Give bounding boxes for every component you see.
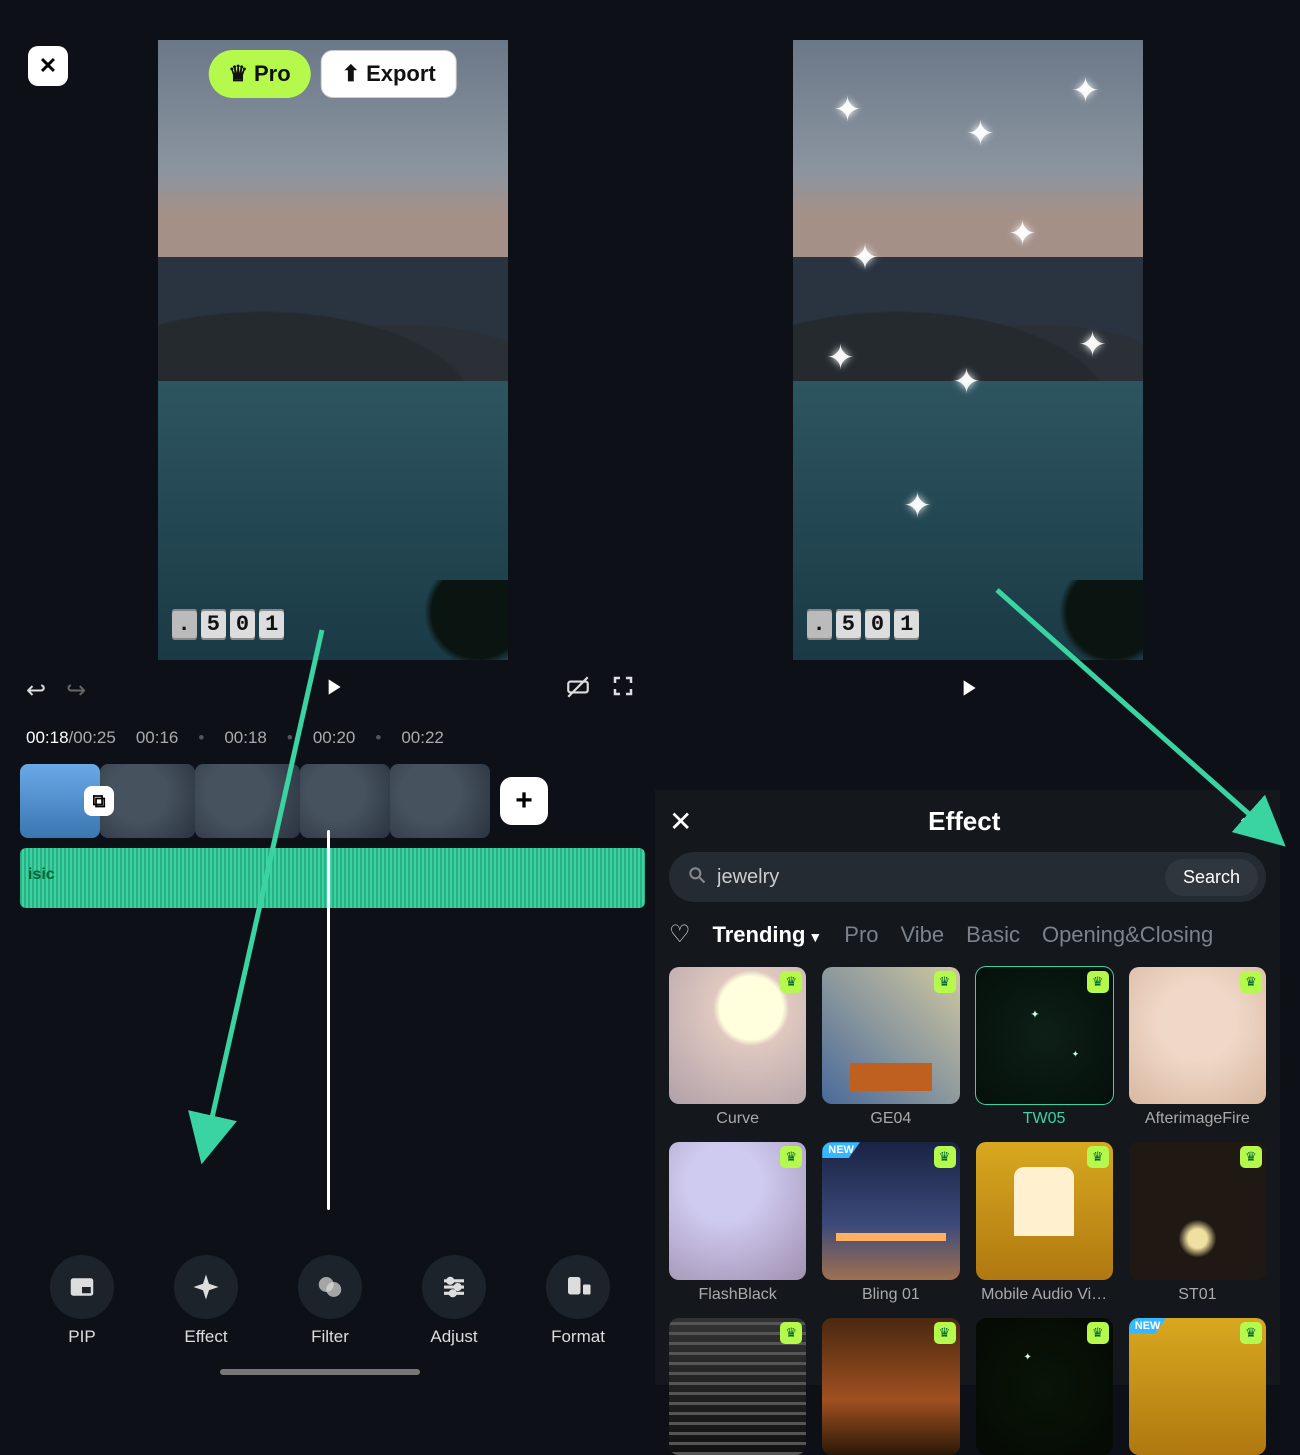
effect-item-label: AfterimageFire <box>1129 1110 1266 1128</box>
effect-item-ST01[interactable]: ♛ ST01 <box>1129 1142 1266 1303</box>
effect-item-8[interactable]: ♛ <box>669 1318 806 1455</box>
effect-item-label: ST01 <box>1129 1286 1266 1304</box>
pro-button[interactable]: ♛ Pro <box>208 50 310 98</box>
crown-icon: ♛ <box>934 1146 956 1168</box>
effect-icon <box>174 1255 238 1319</box>
effect-item-Mobile Audio Vi…[interactable]: ♛ Mobile Audio Vi… <box>976 1142 1113 1303</box>
effect-item-FlashBlack[interactable]: ♛ FlashBlack <box>669 1142 806 1303</box>
crown-icon: ♛ <box>1087 1322 1109 1344</box>
crown-icon: ♛ <box>1240 1322 1262 1344</box>
effect-item-TW05[interactable]: ♛ TW05 <box>976 967 1113 1128</box>
play-button[interactable] <box>320 674 346 707</box>
crown-icon: ♛ <box>780 1146 802 1168</box>
effect-item-AfterimageFire[interactable]: ♛ AfterimageFire <box>1129 967 1266 1128</box>
effect-item-GE04[interactable]: ♛ GE04 <box>822 967 959 1128</box>
pip-icon <box>50 1255 114 1319</box>
tab-opening-closing[interactable]: Opening&Closing <box>1042 922 1213 948</box>
crown-icon: ♛ <box>1087 971 1109 993</box>
transition-button[interactable]: ⧉ <box>84 786 114 816</box>
effect-item-11[interactable]: ♛NEW <box>1129 1318 1266 1455</box>
adjust-icon <box>422 1255 486 1319</box>
effect-item-9[interactable]: ♛ <box>822 1318 959 1455</box>
effect-item-Bling 01[interactable]: ♛NEWBling 01 <box>822 1142 959 1303</box>
effect-item-label: Curve <box>669 1110 806 1128</box>
preview-frame-effect: ✦ ✦ ✦ ✦ ✦ ✦ ✦ ✦ ✦ . 5 0 1 <box>793 40 1143 660</box>
search-icon <box>687 865 707 890</box>
crown-icon: ♛ <box>934 971 956 993</box>
video-track[interactable]: ⧉ + <box>20 764 645 838</box>
crown-icon: ♛ <box>1240 971 1262 993</box>
home-indicator <box>220 1369 420 1375</box>
timeline-ruler[interactable]: 00:18/00:25 00:16• 00:18• 00:20• 00:22 <box>20 720 645 756</box>
effect-item-label: GE04 <box>822 1110 959 1128</box>
hdr-off-icon[interactable] <box>565 674 591 707</box>
favorites-tab[interactable]: ♡ <box>669 920 691 949</box>
play-button[interactable] <box>955 675 981 706</box>
tool-adjust[interactable]: Adjust <box>404 1255 504 1347</box>
effect-item-Curve[interactable]: ♛ Curve <box>669 967 806 1128</box>
tab-pro[interactable]: Pro <box>844 922 878 948</box>
fullscreen-icon[interactable] <box>611 674 635 707</box>
pro-label: Pro <box>254 61 291 87</box>
tool-filter[interactable]: Filter <box>280 1255 380 1347</box>
effect-item-label: Bling 01 <box>822 1286 959 1304</box>
search-input[interactable] <box>707 866 1165 889</box>
tool-format[interactable]: Format <box>528 1255 628 1347</box>
right-preview: ✦ ✦ ✦ ✦ ✦ ✦ ✦ ✦ ✦ . 5 0 1 <box>655 20 1280 660</box>
confirm-button[interactable] <box>1236 803 1266 840</box>
frame-counter: . 5 0 1 <box>172 609 285 640</box>
effect-item-10[interactable]: ♛ <box>976 1318 1113 1455</box>
tab-basic[interactable]: Basic <box>966 922 1020 948</box>
tool-effect[interactable]: Effect <box>156 1255 256 1347</box>
crown-icon: ♛ <box>780 1322 802 1344</box>
search-row: Search <box>669 852 1266 902</box>
effect-item-label: FlashBlack <box>669 1286 806 1304</box>
redo-icon[interactable]: ↪ <box>66 676 86 705</box>
crown-icon: ♛ <box>934 1322 956 1344</box>
panel-title: Effect <box>928 806 1000 837</box>
search-button[interactable]: Search <box>1165 859 1258 896</box>
export-label: Export <box>366 61 436 87</box>
add-clip-button[interactable]: + <box>500 777 548 825</box>
export-button[interactable]: ⬆ Export <box>321 50 457 98</box>
crown-icon: ♛ <box>1087 1146 1109 1168</box>
upload-icon: ⬆ <box>342 61 360 87</box>
crown-icon: ♛ <box>780 971 802 993</box>
undo-icon[interactable]: ↩ <box>26 676 46 705</box>
preview-frame: . 5 0 1 <box>158 40 508 660</box>
crown-icon: ♛ <box>1240 1146 1262 1168</box>
left-preview: . 5 0 1 ♛ Pro ⬆ Export <box>20 20 645 660</box>
filter-icon <box>298 1255 362 1319</box>
playhead[interactable] <box>327 830 330 1210</box>
tab-vibe[interactable]: Vibe <box>901 922 945 948</box>
effect-item-label: TW05 <box>976 1110 1113 1128</box>
effect-item-label: Mobile Audio Vi… <box>976 1286 1113 1304</box>
tab-trending[interactable]: Trending▼ <box>713 922 823 948</box>
frame-counter: . 5 0 1 <box>807 609 920 640</box>
audio-track[interactable]: isic <box>20 848 645 908</box>
audio-track-label: isic <box>28 866 55 884</box>
tool-pip[interactable]: PIP <box>32 1255 132 1347</box>
close-panel-button[interactable]: ✕ <box>669 805 692 838</box>
crown-icon: ♛ <box>228 61 248 87</box>
format-icon <box>546 1255 610 1319</box>
effect-panel: ✕ Effect Search ♡ Trending▼ Pro Vibe Bas… <box>655 790 1280 1385</box>
